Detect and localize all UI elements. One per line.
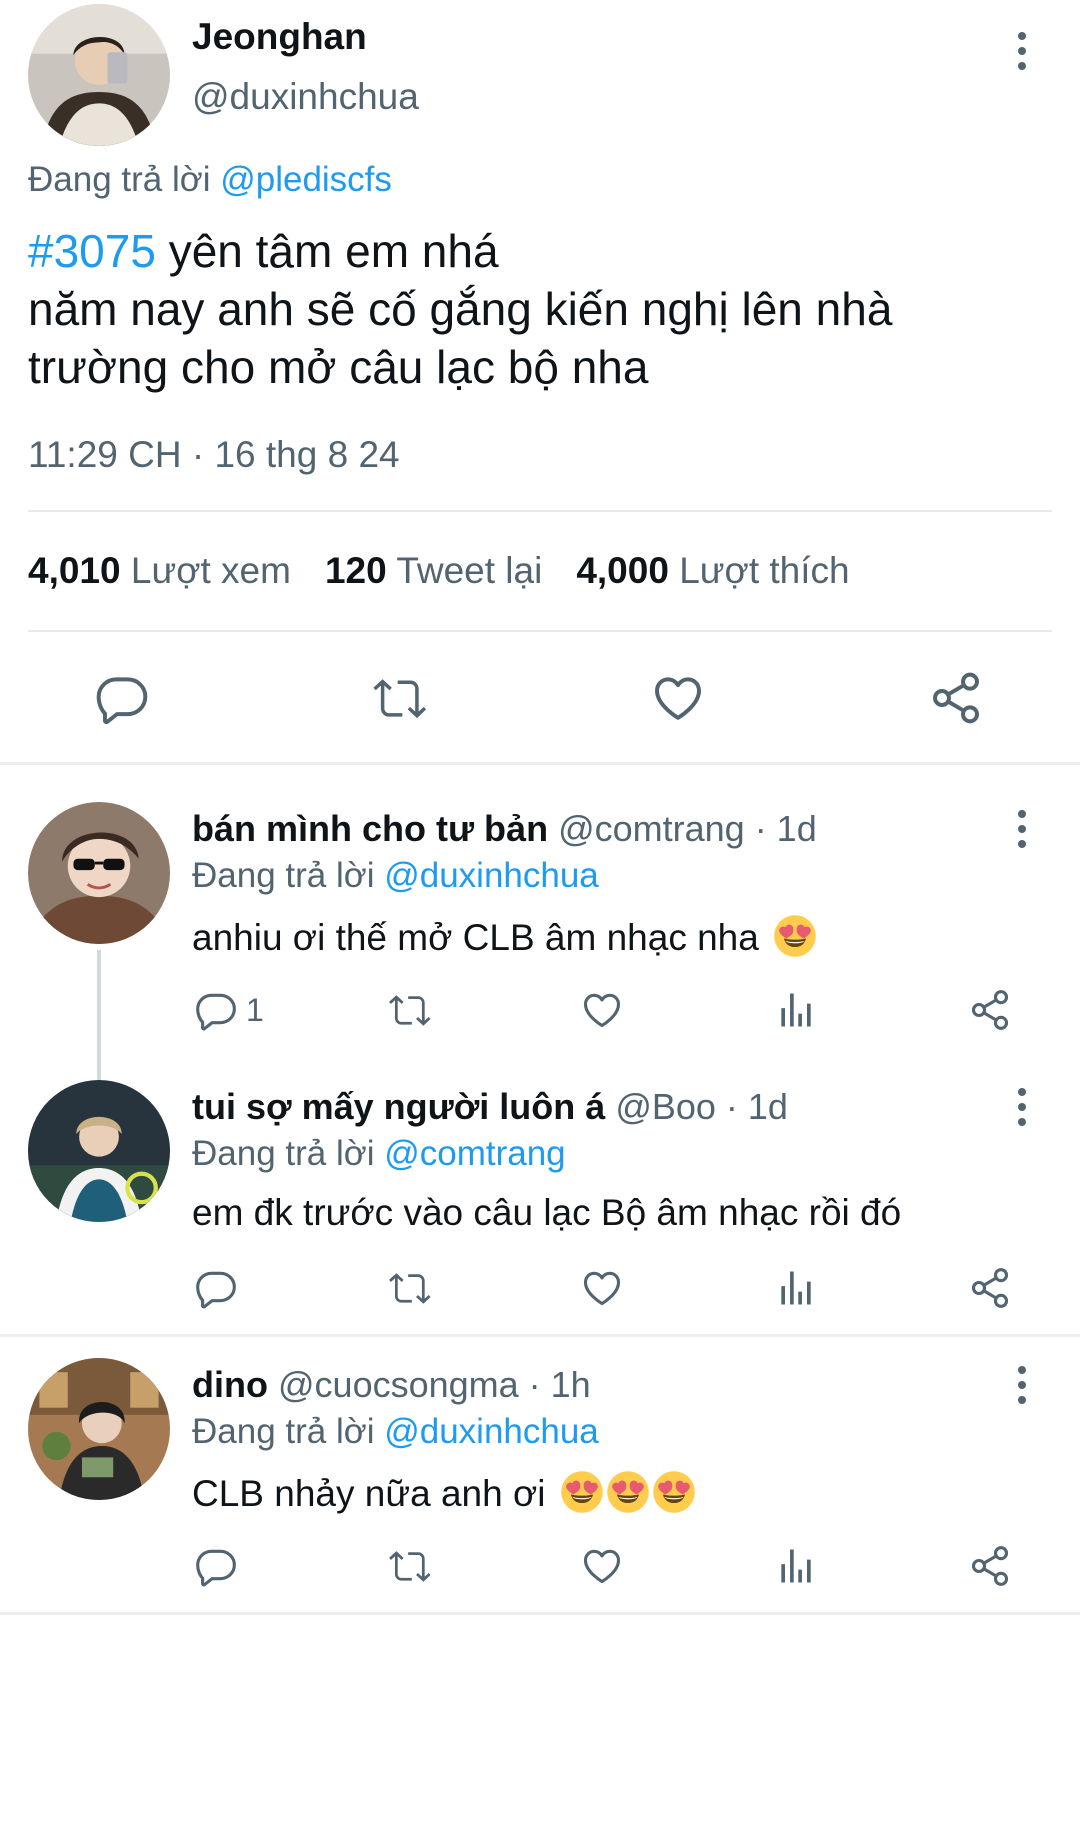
reply-text: em đk trước vào câu lạc Bộ âm nhạc rồi đ… xyxy=(192,1192,902,1233)
section-divider xyxy=(0,1612,1080,1615)
reply-time[interactable]: · 1d xyxy=(716,1086,788,1127)
reply-text: CLB nhảy nữa anh ơi xyxy=(192,1470,696,1515)
heart-eyes-emoji xyxy=(773,914,817,958)
reply-author-handle[interactable]: @comtrang xyxy=(558,808,745,849)
share-icon[interactable] xyxy=(968,1544,1012,1588)
reply-header: tui sợ mấy người luôn á @Boo · 1d xyxy=(192,1086,788,1128)
replying-to-mention[interactable]: @duxinhchua xyxy=(384,1412,599,1451)
thread-connector xyxy=(97,950,101,1080)
heart-icon[interactable] xyxy=(580,1544,624,1588)
reply-author-name[interactable]: dino xyxy=(192,1364,268,1405)
reply-icon[interactable] xyxy=(94,670,150,726)
heart-eyes-emoji xyxy=(652,1470,696,1514)
hashtag-link[interactable]: #3075 xyxy=(28,225,156,277)
tweet-stats: 4,010 Lượt xem 120 Tweet lại 4,000 Lượt … xyxy=(28,550,850,592)
more-options-icon[interactable] xyxy=(1002,1082,1042,1132)
reply-avatar[interactable] xyxy=(28,802,170,944)
reply-time[interactable]: · 1d xyxy=(745,808,817,849)
replying-to-mention[interactable]: @duxinhchua xyxy=(384,856,599,895)
avatar-photo xyxy=(28,4,170,146)
retweet-icon[interactable] xyxy=(370,670,430,726)
reply-author-handle[interactable]: @cuocsongma xyxy=(278,1364,519,1405)
retweet-icon[interactable] xyxy=(386,988,434,1032)
reply-avatar[interactable] xyxy=(28,1358,170,1500)
likes-count: 4,000 xyxy=(576,550,669,591)
replying-to-label: Đang trả lời xyxy=(192,856,375,895)
heart-eyes-emoji xyxy=(606,1470,650,1514)
views-label: Lượt xem xyxy=(130,550,291,591)
avatar-photo xyxy=(28,802,170,944)
tweet-text: #3075 yên tâm em nhá năm nay anh sẽ cố g… xyxy=(28,222,1048,396)
author-name[interactable]: Jeonghan xyxy=(192,16,367,58)
retweets-stat[interactable]: 120 Tweet lại xyxy=(325,550,542,592)
reply-count: 1 xyxy=(246,991,264,1028)
reply-button[interactable]: 1 xyxy=(194,988,264,1032)
share-icon[interactable] xyxy=(968,1266,1012,1310)
more-options-icon[interactable] xyxy=(1002,26,1042,76)
replying-to: Đang trả lời @plediscfs xyxy=(28,160,392,200)
retweets-label: Tweet lại xyxy=(396,550,543,591)
retweet-icon[interactable] xyxy=(386,1544,434,1588)
replying-to-label: Đang trả lời xyxy=(192,1134,375,1173)
likes-stat[interactable]: 4,000 Lượt thích xyxy=(576,550,849,592)
divider xyxy=(28,630,1052,632)
views-count: 4,010 xyxy=(28,550,121,591)
reply-icon[interactable] xyxy=(194,1544,238,1588)
reply-header: bán mình cho tư bản @comtrang · 1d xyxy=(192,808,817,850)
section-divider xyxy=(0,1334,1080,1337)
divider xyxy=(28,510,1052,512)
replying-to: Đang trả lời @duxinhchua xyxy=(192,856,599,896)
analytics-icon[interactable] xyxy=(774,1266,818,1310)
analytics-icon[interactable] xyxy=(774,1544,818,1588)
views-stat[interactable]: 4,010 Lượt xem xyxy=(28,550,291,592)
tweet-line-1: yên tâm em nhá xyxy=(155,225,499,277)
retweets-count: 120 xyxy=(324,550,387,591)
heart-icon[interactable] xyxy=(650,670,706,726)
reply-icon xyxy=(194,988,238,1032)
section-divider xyxy=(0,762,1080,765)
reply-text-content: CLB nhảy nữa anh ơi xyxy=(192,1473,546,1514)
replying-to: Đang trả lời @comtrang xyxy=(192,1134,566,1174)
tweet-timestamp[interactable]: 11:29 CH · 16 thg 8 24 xyxy=(28,434,400,476)
replying-to-mention[interactable]: @comtrang xyxy=(384,1134,565,1173)
reply-header: dino @cuocsongma · 1h xyxy=(192,1364,591,1406)
more-options-icon[interactable] xyxy=(1002,804,1042,854)
reply-text: anhiu ơi thế mở CLB âm nhạc nha xyxy=(192,914,817,959)
reply-time[interactable]: · 1h xyxy=(519,1364,591,1405)
share-icon[interactable] xyxy=(968,988,1012,1032)
heart-eyes-emoji xyxy=(560,1470,604,1514)
author-avatar[interactable] xyxy=(28,4,170,146)
reply-icon[interactable] xyxy=(194,1266,238,1310)
replying-to-label: Đang trả lời xyxy=(28,160,211,199)
reply-author-name[interactable]: bán mình cho tư bản xyxy=(192,808,548,849)
avatar-photo xyxy=(28,1358,170,1500)
tweet-line-3: trường cho mở câu lạc bộ nha xyxy=(28,341,649,393)
reply-author-name[interactable]: tui sợ mấy người luôn á xyxy=(192,1086,605,1127)
replying-to: Đang trả lời @duxinhchua xyxy=(192,1412,599,1452)
avatar-photo xyxy=(28,1080,170,1222)
replying-to-label: Đang trả lời xyxy=(192,1412,375,1451)
more-options-icon[interactable] xyxy=(1002,1360,1042,1410)
likes-label: Lượt thích xyxy=(679,550,850,591)
reply-avatar[interactable] xyxy=(28,1080,170,1222)
retweet-icon[interactable] xyxy=(386,1266,434,1310)
tweet-line-2: năm nay anh sẽ cố gắng kiến nghị lên nhà xyxy=(28,283,893,335)
analytics-icon[interactable] xyxy=(774,988,818,1032)
reply-text-content: anhiu ơi thế mở CLB âm nhạc nha xyxy=(192,917,759,958)
heart-icon[interactable] xyxy=(580,1266,624,1310)
replying-to-mention[interactable]: @plediscfs xyxy=(220,160,392,199)
share-icon[interactable] xyxy=(928,670,984,726)
author-handle[interactable]: @duxinhchua xyxy=(192,76,419,118)
heart-icon[interactable] xyxy=(580,988,624,1032)
reply-author-handle[interactable]: @Boo xyxy=(615,1086,716,1127)
